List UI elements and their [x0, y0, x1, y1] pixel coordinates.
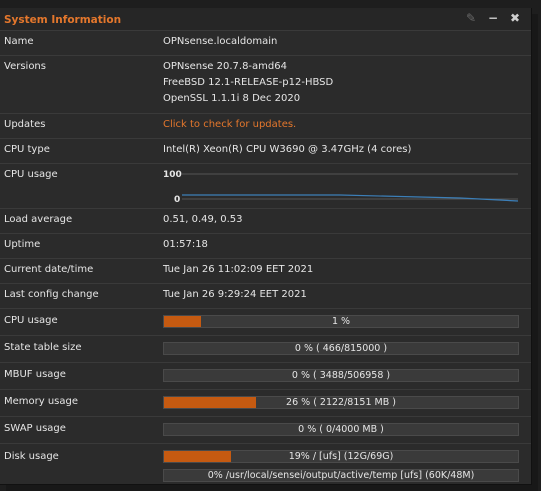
row-label: CPU usage — [4, 315, 58, 326]
graph-y-max-label: 100 — [163, 170, 182, 180]
row-datetime: Current date/time Tue Jan 26 11:02:09 EE… — [0, 259, 531, 284]
progress-text: 0% /usr/local/sensei/output/active/temp … — [207, 470, 475, 481]
close-icon[interactable]: ✖ — [509, 12, 521, 24]
row-label: CPU usage — [4, 169, 58, 180]
row-load-average: Load average 0.51, 0.49, 0.53 — [0, 209, 531, 234]
datetime-value: Tue Jan 26 11:02:09 EET 2021 — [163, 264, 314, 275]
versions-list: OPNsense 20.7.8-amd64 FreeBSD 12.1-RELEA… — [163, 59, 333, 107]
row-label: Updates — [4, 119, 46, 130]
row-state-table: State table size 0 % ( 466/815000 ) — [0, 336, 531, 363]
row-label: MBUF usage — [4, 369, 66, 380]
row-uptime: Uptime 01:57:18 — [0, 234, 531, 259]
cpu-usage-bar: 1 % — [163, 315, 519, 328]
row-name: Name OPNsense.localdomain — [0, 31, 531, 56]
progress-text: 0 % ( 3488/506958 ) — [291, 370, 391, 381]
row-label: Load average — [4, 214, 73, 225]
progress-text: 0 % ( 0/4000 MB ) — [298, 424, 384, 435]
row-swap: SWAP usage 0 % ( 0/4000 MB ) — [0, 417, 531, 444]
widget-controls: ✎ − ✖ — [465, 12, 521, 24]
row-label: Versions — [4, 61, 46, 72]
last-config-value: Tue Jan 26 9:29:24 EET 2021 — [163, 289, 307, 300]
mbuf-bar: 0 % ( 3488/506958 ) — [163, 369, 519, 382]
version-line: OpenSSL 1.1.1i 8 Dec 2020 — [163, 93, 301, 104]
row-mbuf: MBUF usage 0 % ( 3488/506958 ) — [0, 363, 531, 390]
progress-text: 26 % ( 2122/8151 MB ) — [286, 397, 396, 408]
version-line: FreeBSD 12.1-RELEASE-p12-HBSD — [163, 77, 334, 88]
load-average-value: 0.51, 0.49, 0.53 — [163, 214, 243, 225]
state-table-bar: 0 % ( 466/815000 ) — [163, 342, 519, 355]
row-label: CPU type — [4, 144, 50, 155]
pencil-icon[interactable]: ✎ — [465, 12, 477, 24]
version-line: OPNsense 20.7.8-amd64 — [163, 61, 287, 72]
row-memory: Memory usage 26 % ( 2122/8151 MB ) — [0, 390, 531, 417]
minus-icon[interactable]: − — [487, 12, 499, 24]
hostname-value: OPNsense.localdomain — [163, 36, 278, 47]
graph-y-min-label: 0 — [174, 195, 180, 205]
row-cpu-type: CPU type Intel(R) Xeon(R) CPU W3690 @ 3.… — [0, 139, 531, 164]
cpu-usage-graph: 100 0 — [163, 170, 519, 205]
cpu-usage-line — [182, 194, 519, 202]
progress-text: 1 % — [331, 316, 351, 327]
disk-usage-bar-secondary: 0% /usr/local/sensei/output/active/temp … — [163, 469, 519, 482]
row-label: Disk usage — [4, 451, 59, 462]
row-label: Current date/time — [4, 264, 94, 275]
row-label: SWAP usage — [4, 423, 66, 434]
row-versions: Versions OPNsense 20.7.8-amd64 FreeBSD 1… — [0, 56, 531, 114]
row-label: Memory usage — [4, 396, 79, 407]
row-label: Name — [4, 36, 34, 47]
row-label: Last config change — [4, 289, 99, 300]
swap-usage-bar: 0 % ( 0/4000 MB ) — [163, 423, 519, 436]
row-cpu-usage: CPU usage 1 % — [0, 309, 531, 336]
widget-title: System Information — [4, 14, 122, 26]
row-disk: Disk usage 19% / [ufs] (12G/69G) 0% /usr… — [0, 444, 531, 484]
system-information-widget: System Information ✎ − ✖ Name OPNsense.l… — [0, 8, 532, 485]
uptime-value: 01:57:18 — [163, 239, 208, 250]
row-cpu-graph: CPU usage 100 0 — [0, 164, 531, 209]
disk-usage-bar: 19% / [ufs] (12G/69G) — [163, 450, 519, 463]
memory-usage-bar: 26 % ( 2122/8151 MB ) — [163, 396, 519, 409]
row-updates: Updates Click to check for updates. — [0, 114, 531, 139]
progress-text: 0 % ( 466/815000 ) — [294, 343, 388, 354]
row-label: State table size — [4, 342, 82, 353]
row-last-config: Last config change Tue Jan 26 9:29:24 EE… — [0, 284, 531, 309]
check-updates-link[interactable]: Click to check for updates. — [163, 117, 296, 133]
row-label: Uptime — [4, 239, 41, 250]
cpu-type-value: Intel(R) Xeon(R) CPU W3690 @ 3.47GHz (4 … — [163, 144, 412, 155]
widget-header: System Information ✎ − ✖ — [0, 8, 531, 31]
progress-text: 19% / [ufs] (12G/69G) — [288, 451, 394, 462]
